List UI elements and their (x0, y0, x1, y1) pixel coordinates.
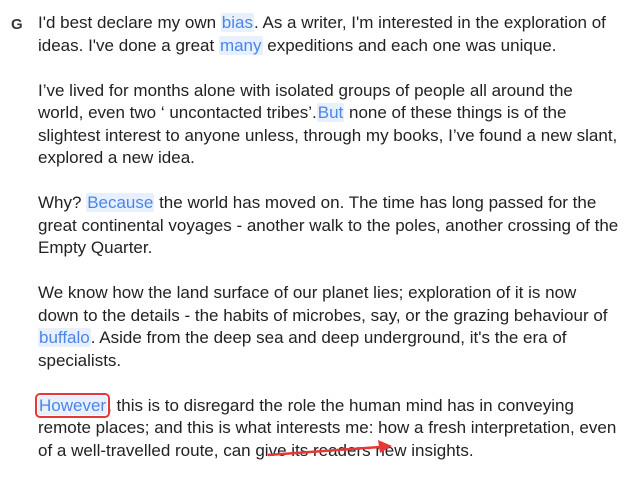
paragraph-5: However, this is to disregard the role t… (34, 392, 620, 463)
paragraph-3: Why? Because the world has moved on. The… (38, 192, 620, 260)
text-segment: We know how the land surface of our plan… (38, 283, 608, 325)
paragraph-1: I'd best declare my own bias. As a write… (38, 12, 620, 57)
highlighted-word-many[interactable]: many (218, 35, 263, 55)
message-body: I'd best declare my own bias. As a write… (34, 12, 620, 485)
text-segment: , this is to disregard the role the huma… (38, 395, 617, 460)
paragraph-4: We know how the land surface of our plan… (38, 282, 620, 372)
text-segment: . Aside from the deep sea and deep under… (38, 328, 567, 370)
paragraph-2: I’ve lived for months alone with isolate… (38, 80, 620, 170)
avatar: G (11, 16, 23, 33)
highlighted-word-however[interactable]: However (34, 392, 111, 418)
text-segment: I'd best declare my own (38, 13, 221, 32)
highlighted-word-because[interactable]: Because (86, 193, 155, 212)
text-segment: Why? (38, 193, 87, 212)
highlighted-word-bias[interactable]: bias (220, 13, 254, 32)
highlighted-word-buffalo[interactable]: buffalo (38, 328, 91, 347)
text-segment: expeditions and each one was unique. (262, 35, 557, 55)
highlighted-word-but[interactable]: But (316, 103, 345, 122)
